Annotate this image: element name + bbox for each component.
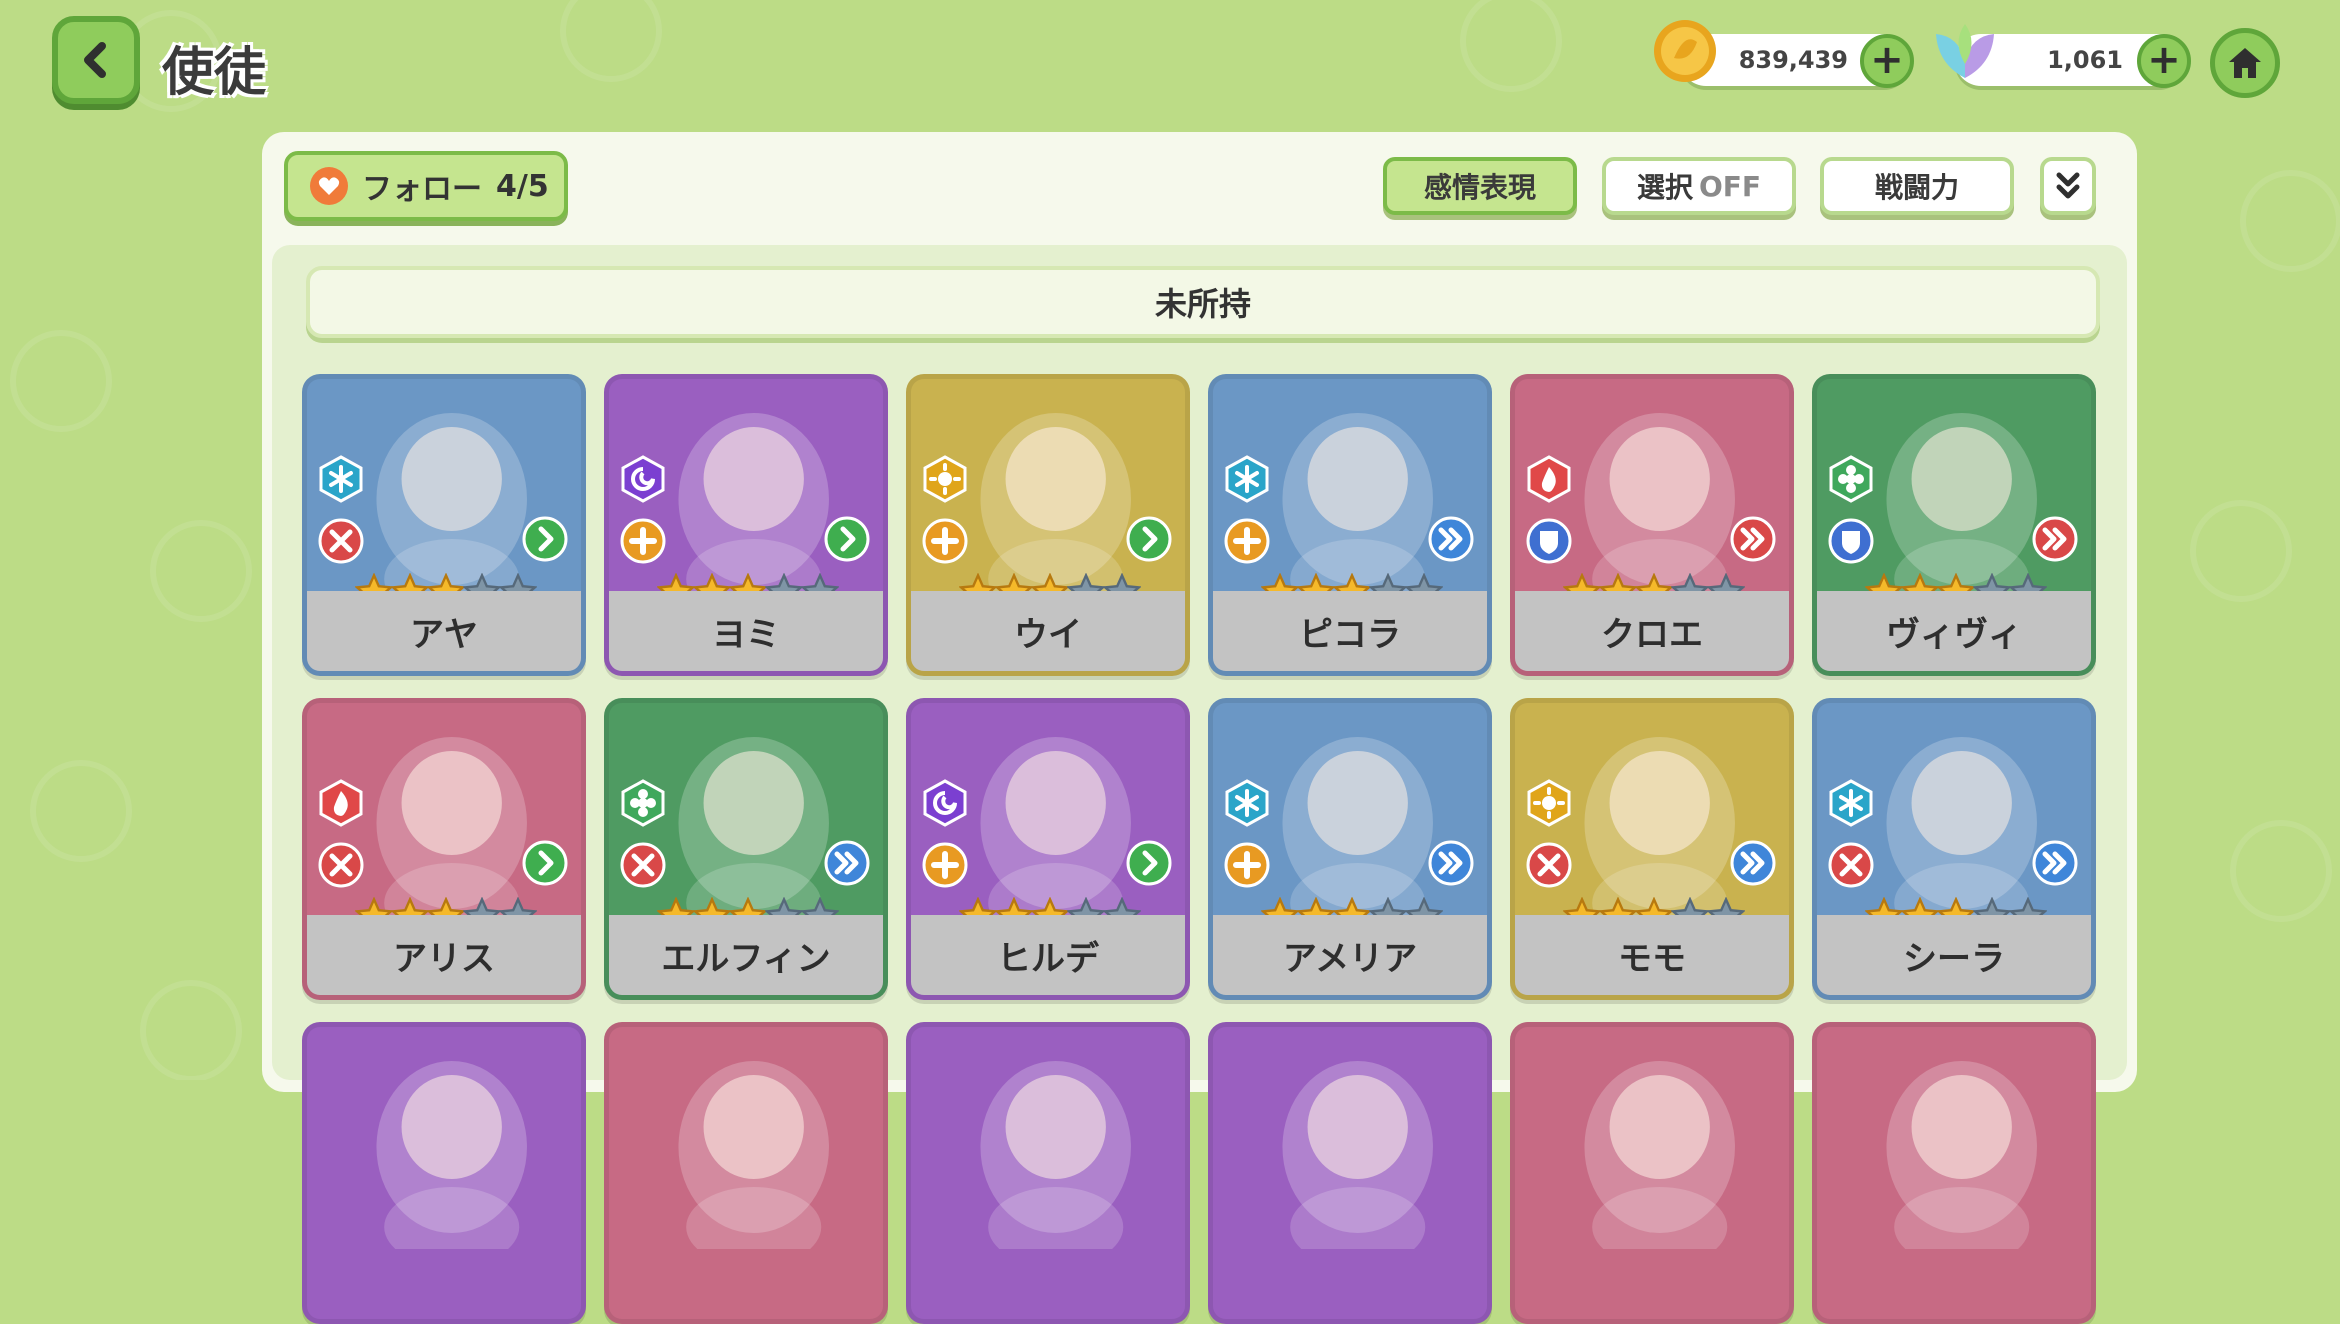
- leaf-amount: 1,061: [2047, 46, 2123, 74]
- character-portrait: [1584, 1061, 1735, 1249]
- light-element-icon: [923, 455, 967, 503]
- emotion-button[interactable]: 感情表現: [1383, 157, 1577, 215]
- leaf-crystal-icon: [1936, 24, 1994, 78]
- character-card[interactable]: ヴィヴィ: [1812, 374, 2096, 676]
- home-icon: [2229, 48, 2261, 78]
- attack-role-icon: [620, 842, 666, 888]
- character-card[interactable]: ピコラ: [1208, 374, 1492, 676]
- power-label: 戦闘力: [1874, 171, 1959, 204]
- back-button[interactable]: [52, 16, 140, 104]
- character-card[interactable]: ヒルデ: [906, 698, 1190, 1000]
- home-button[interactable]: [2210, 28, 2280, 98]
- section-title: 未所持: [1154, 285, 1251, 323]
- character-name: ウイ: [911, 591, 1185, 671]
- ice-element-icon: [1225, 779, 1269, 827]
- gold-amount: 839,439: [1738, 46, 1848, 74]
- character-card[interactable]: ヨミ: [604, 374, 888, 676]
- select-label: 選択: [1636, 171, 1693, 204]
- character-name: ヴィヴィ: [1817, 591, 2091, 671]
- character-card[interactable]: アヤ: [302, 374, 586, 676]
- emotion-label: 感情表現: [1423, 171, 1536, 204]
- character-card[interactable]: [1812, 1022, 2096, 1324]
- defense-role-icon: [1526, 518, 1572, 564]
- green-arrow-icon: [522, 516, 568, 562]
- red-arrow-icon: [1730, 516, 1776, 562]
- green-arrow-icon: [824, 516, 870, 562]
- support-role-icon: [922, 518, 968, 564]
- defense-role-icon: [1828, 518, 1874, 564]
- character-name: モモ: [1515, 915, 1789, 995]
- character-card[interactable]: [1208, 1022, 1492, 1324]
- character-name: ヒルデ: [911, 915, 1185, 995]
- attack-role-icon: [318, 518, 364, 564]
- character-card[interactable]: [1510, 1022, 1794, 1324]
- character-card[interactable]: [906, 1022, 1190, 1324]
- character-name: クロエ: [1515, 591, 1789, 671]
- page-title: 使徒: [162, 43, 267, 103]
- ice-element-icon: [1225, 455, 1269, 503]
- blue-arrow-icon: [824, 840, 870, 886]
- add-gold-button[interactable]: +: [1860, 34, 1914, 88]
- character-card[interactable]: アリス: [302, 698, 586, 1000]
- attack-role-icon: [1526, 842, 1572, 888]
- gold-coin-icon: [1654, 20, 1716, 82]
- character-card[interactable]: [302, 1022, 586, 1324]
- select-toggle-button[interactable]: 選択 OFF: [1602, 157, 1796, 215]
- support-role-icon: [1224, 518, 1270, 564]
- character-name: ヨミ: [609, 591, 883, 671]
- wind-element-icon: [1829, 455, 1873, 503]
- support-role-icon: [1224, 842, 1270, 888]
- character-portrait: [980, 1061, 1131, 1249]
- fire-element-icon: [319, 779, 363, 827]
- fire-element-icon: [1527, 455, 1571, 503]
- character-portrait: [376, 1061, 527, 1249]
- character-name: アヤ: [307, 591, 581, 671]
- light-element-icon: [1527, 779, 1571, 827]
- green-arrow-icon: [1126, 516, 1172, 562]
- double-chevron-down-icon: [2056, 172, 2080, 199]
- dark-element-icon: [923, 779, 967, 827]
- section-header-unowned: 未所持: [306, 266, 2100, 338]
- support-role-icon: [620, 518, 666, 564]
- dark-element-icon: [621, 455, 665, 503]
- character-name: シーラ: [1817, 915, 2091, 995]
- red-arrow-icon: [2032, 516, 2078, 562]
- follow-label: フォロー: [362, 172, 482, 207]
- green-arrow-icon: [522, 840, 568, 886]
- character-card[interactable]: エルフィン: [604, 698, 888, 1000]
- character-card[interactable]: クロエ: [1510, 374, 1794, 676]
- ice-element-icon: [1829, 779, 1873, 827]
- chevron-left-icon: [84, 42, 106, 78]
- follow-count: 4/5: [496, 168, 549, 204]
- character-card[interactable]: アメリア: [1208, 698, 1492, 1000]
- character-name: エルフィン: [609, 915, 883, 995]
- attack-role-icon: [318, 842, 364, 888]
- character-portrait: [1886, 1061, 2037, 1249]
- character-name: アリス: [307, 915, 581, 995]
- wind-element-icon: [621, 779, 665, 827]
- green-arrow-icon: [1126, 840, 1172, 886]
- blue-arrow-icon: [1428, 840, 1474, 886]
- sort-power-button[interactable]: 戦闘力: [1820, 157, 2014, 215]
- blue-arrow-icon: [1730, 840, 1776, 886]
- expand-button[interactable]: [2040, 157, 2096, 215]
- character-card[interactable]: [604, 1022, 888, 1324]
- character-card[interactable]: モモ: [1510, 698, 1794, 1000]
- character-name: ピコラ: [1213, 591, 1487, 671]
- character-portrait: [678, 1061, 829, 1249]
- support-role-icon: [922, 842, 968, 888]
- character-card[interactable]: ウイ: [906, 374, 1190, 676]
- blue-arrow-icon: [1428, 516, 1474, 562]
- follow-button[interactable]: フォロー 4/5: [284, 151, 568, 221]
- add-leaf-button[interactable]: +: [2137, 34, 2191, 88]
- character-name: アメリア: [1213, 915, 1487, 995]
- blue-arrow-icon: [2032, 840, 2078, 886]
- attack-role-icon: [1828, 842, 1874, 888]
- heart-icon: [310, 167, 348, 205]
- ice-element-icon: [319, 455, 363, 503]
- select-state: OFF: [1698, 169, 1762, 203]
- character-portrait: [1282, 1061, 1433, 1249]
- character-card[interactable]: シーラ: [1812, 698, 2096, 1000]
